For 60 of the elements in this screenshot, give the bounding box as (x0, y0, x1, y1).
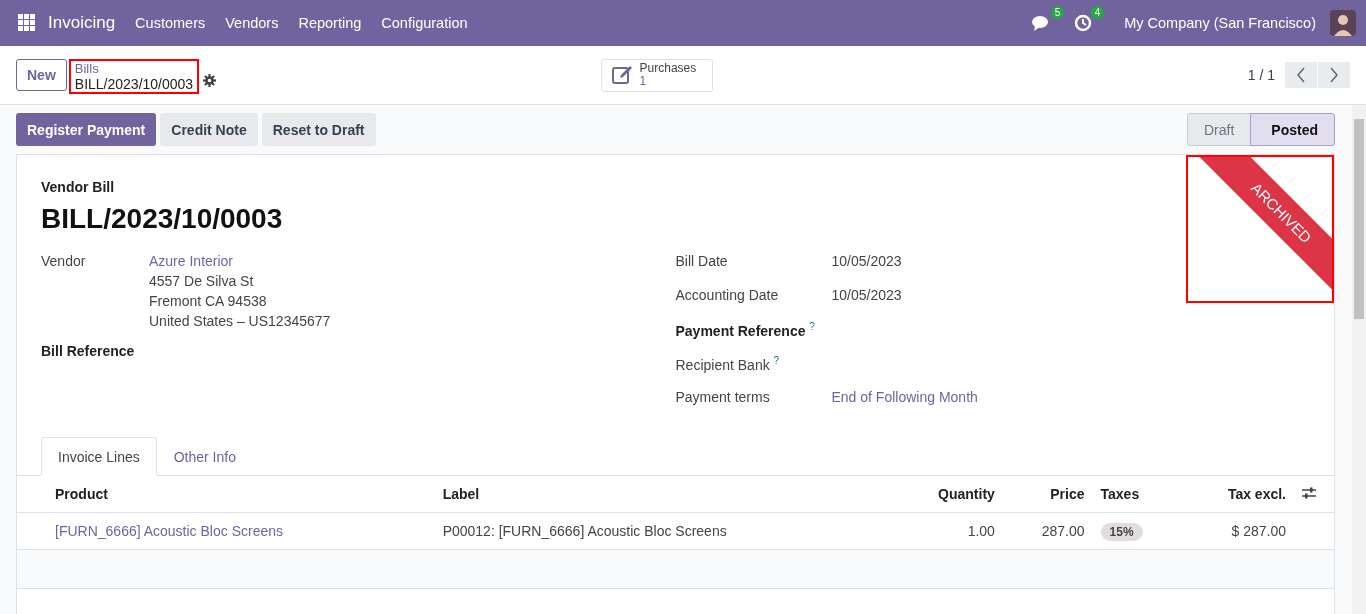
address-line: United States – US12345677 (149, 313, 331, 329)
menu-item[interactable]: Vendors (225, 15, 279, 31)
action-button[interactable]: Register Payment (16, 113, 157, 146)
field-label: Vendor (41, 253, 87, 271)
table-cell: P00012: [FURN_6666] Acoustic Bloc Screens (434, 512, 892, 550)
purchases-smart-button[interactable]: Purchases 1 (600, 58, 714, 92)
status-stage[interactable]: Posted (1250, 113, 1335, 146)
tax-tag: 15% (1100, 523, 1143, 541)
vendor-link[interactable]: Azure Interior (149, 253, 331, 269)
message-count: 5 (1050, 6, 1065, 19)
help-tooltip[interactable]: ? (809, 321, 815, 332)
field-label: Accounting Date (675, 287, 779, 303)
field-label: Recipient Bank (675, 356, 770, 373)
activity-count: 4 (1090, 6, 1105, 19)
record-title: BILL/2023/10/0003 (74, 75, 194, 92)
previous-button[interactable] (1285, 62, 1317, 88)
chevron-right-icon (1329, 67, 1339, 83)
table-cell: 1.00 (891, 512, 1003, 550)
settings-icon[interactable] (203, 73, 217, 87)
clock-icon[interactable] (1074, 14, 1093, 32)
app-title[interactable]: Invoicing (48, 13, 116, 33)
sliders-icon[interactable] (1302, 487, 1316, 499)
column-header[interactable]: Quantity (891, 476, 1003, 513)
menu-item[interactable]: Reporting (298, 15, 362, 31)
field-value[interactable]: End of Following Month (831, 389, 978, 409)
column-header[interactable]: Taxes (1092, 476, 1181, 513)
next-button[interactable] (1318, 62, 1350, 88)
menu-item[interactable]: Customers (135, 15, 206, 31)
column-header[interactable]: Price (1002, 476, 1093, 513)
field-label: Payment terms (675, 389, 770, 405)
apps-grid-icon[interactable] (18, 14, 36, 32)
field-label: Payment Reference (675, 322, 806, 339)
address-line: Fremont CA 94538 (149, 293, 268, 309)
menu-item[interactable]: Configuration (381, 15, 468, 31)
tab[interactable]: Other Info (156, 437, 253, 476)
field-label: Bill Date (675, 253, 728, 269)
tab[interactable]: Invoice Lines (41, 437, 157, 476)
chevron-left-icon (1296, 67, 1306, 83)
company-name[interactable]: My Company (San Francisco) (1124, 15, 1316, 31)
field-label: Bill Reference (41, 343, 136, 359)
column-header[interactable]: Tax excl. (1180, 476, 1294, 513)
column-header[interactable]: Label (434, 476, 892, 513)
column-header[interactable]: Product (17, 476, 435, 513)
new-button[interactable]: New (16, 59, 67, 91)
product-link[interactable]: [FURN_6666] Acoustic Bloc Screens (17, 512, 435, 550)
help-tooltip[interactable]: ? (773, 355, 780, 366)
action-button[interactable]: Credit Note (160, 113, 258, 146)
pager-value: 1 / 1 (1247, 67, 1275, 83)
field-value: 10/05/2023 (831, 287, 902, 305)
avatar-silhouette-icon[interactable] (1330, 10, 1356, 36)
action-button[interactable]: Reset to Draft (261, 113, 376, 146)
field-value: 10/05/2023 (831, 253, 902, 271)
bill-number: BILL/2023/10/0003 (41, 203, 283, 235)
scrollbar[interactable] (1352, 105, 1366, 614)
table-cell: 287.00 (1002, 512, 1093, 550)
breadcrumb-link[interactable]: Bills (74, 60, 194, 76)
edit-icon (611, 65, 634, 85)
table-cell: $ 287.00 (1180, 512, 1294, 550)
address-line: 4557 De Silva St (149, 273, 255, 289)
status-stage[interactable]: Draft (1186, 113, 1252, 146)
